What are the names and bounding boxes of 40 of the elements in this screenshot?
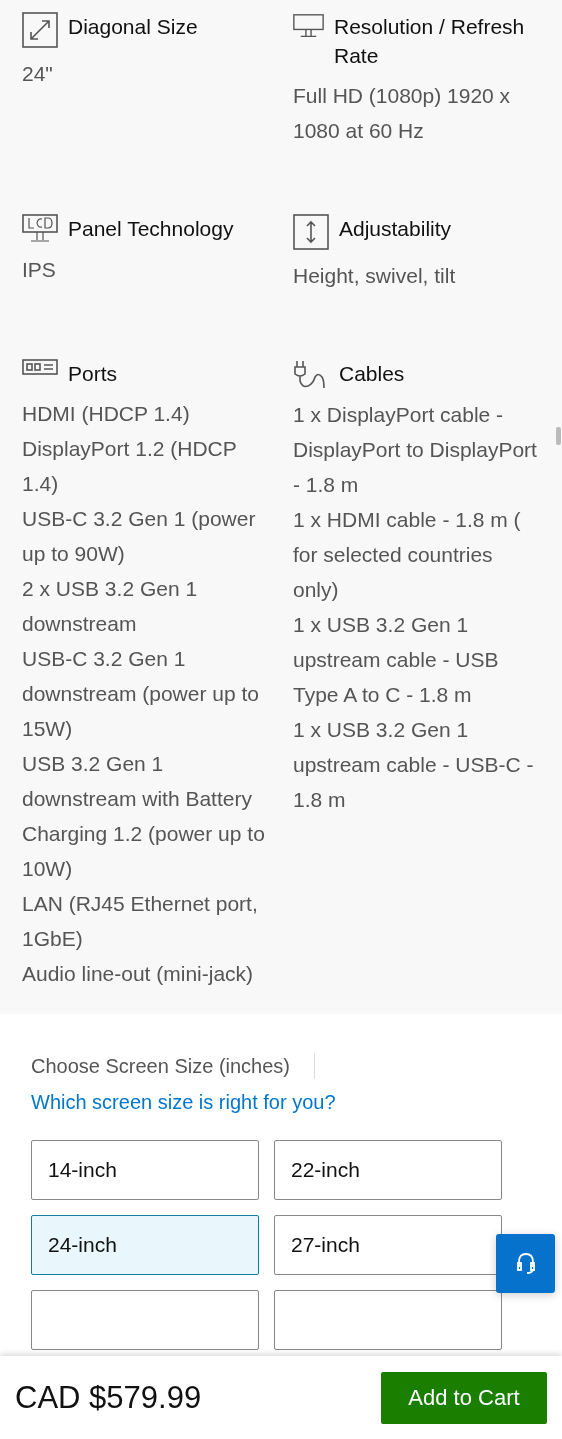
spec-value: Audio line-out (mini-jack) [22,961,255,987]
support-chat-button[interactable] [496,1234,555,1293]
lcd-monitor-icon [22,214,58,244]
spec-value: 1 x DisplayPort cable - DisplayPort to DisplayPort - 1.8 m [293,402,538,498]
size-help-link[interactable]: Which screen size is right for you? [31,1084,336,1120]
size-option[interactable]: 27-inch [274,1215,502,1275]
size-option[interactable]: 22-inch [274,1140,502,1200]
spec-title: Panel Technology [68,216,234,242]
spec-value: Full HD (1080p) 1920 x 1080 at 60 Hz [293,83,512,144]
expand-icon [22,12,58,48]
spec-value: 1 x USB 3.2 Gen 1 upstream cable - USB-C - 1.8 m [293,717,535,813]
spec-value: USB-C 3.2 Gen 1 (power up to 90W) [22,506,257,567]
vertical-arrows-icon [293,214,329,250]
ports-icon [22,359,58,375]
add-to-cart-button[interactable]: Add to Cart [381,1371,547,1424]
monitor-icon [293,12,324,40]
spec-value: DisplayPort 1.2 (HDCP 1.4) [22,436,238,497]
spec-title: Resolution / Refresh Rate [334,14,526,69]
size-option[interactable]: 24-inch [31,1215,259,1275]
spec-value: 1 x HDMI cable - 1.8 m ( for selected countries only) [293,507,522,603]
spec-value: USB 3.2 Gen 1 downstream with Battery Charging 1.2 (power up to 10W) [22,751,266,882]
spec-value: 24" [22,61,54,87]
spec-value: 1 x USB 3.2 Gen 1 upstream cable - USB Type A to C - 1.8 m [293,612,500,708]
headset-icon [515,1251,536,1276]
spec-title: Adjustability [339,216,452,242]
spec-value: HDMI (HDCP 1.4) [22,401,191,427]
spec-title: Ports [68,361,117,387]
spec-title: Diagonal Size [68,14,198,40]
size-option[interactable] [274,1290,502,1350]
spec-value: Height, swivel, tilt [293,263,457,289]
size-option[interactable] [31,1290,259,1350]
price: CAD $579.99 [15,1379,202,1416]
spec-value: USB-C 3.2 Gen 1 downstream (power up to 15W) [22,646,260,742]
size-label: Choose Screen Size (inches) [31,1054,290,1079]
scrollbar-thumb [556,427,561,445]
spec-value: IPS [22,257,57,283]
spec-value: 2 x USB 3.2 Gen 1 downstream [22,576,199,637]
size-option[interactable]: 14-inch [31,1140,259,1200]
spec-value: LAN (RJ45 Ethernet port, 1GbE) [22,891,259,952]
spec-title: Cables [339,361,405,387]
